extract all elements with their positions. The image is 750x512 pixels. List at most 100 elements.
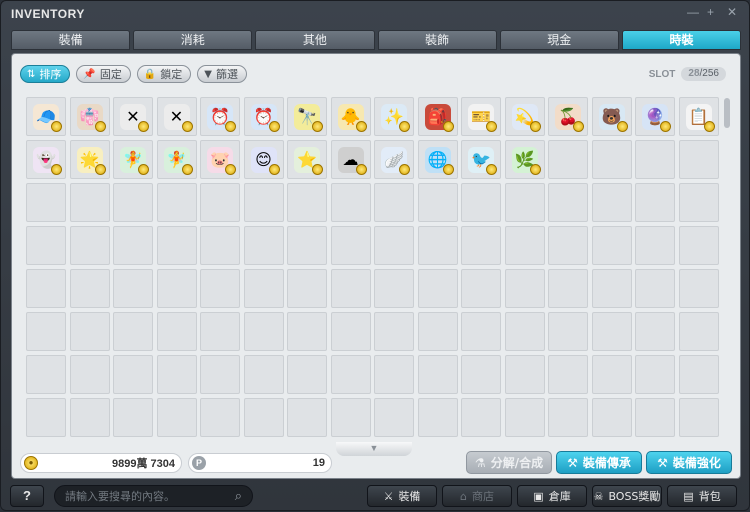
search-input[interactable] [65, 489, 235, 503]
inventory-slot[interactable] [243, 398, 284, 437]
inventory-slot[interactable] [548, 226, 588, 265]
inventory-slot[interactable]: 😊 [243, 140, 284, 179]
inventory-slot[interactable]: ☁ [330, 140, 371, 179]
inventory-slot[interactable]: 🐥 [330, 97, 371, 136]
tab-consume[interactable]: 消耗 [133, 30, 253, 50]
filter-button[interactable]: ▼ 篩選 [197, 65, 247, 83]
sort-button[interactable]: ⇅ 排序 [20, 65, 71, 83]
inventory-slot[interactable] [200, 355, 240, 394]
inventory-slot[interactable] [591, 140, 632, 179]
inventory-slot[interactable] [287, 269, 327, 308]
inventory-slot[interactable] [374, 269, 414, 308]
inventory-slot[interactable] [417, 312, 458, 351]
inventory-slot[interactable] [591, 355, 632, 394]
inventory-slot[interactable]: 🌟 [69, 140, 110, 179]
inventory-slot[interactable] [26, 183, 66, 222]
inventory-slot[interactable] [417, 398, 458, 437]
inventory-slot[interactable] [635, 226, 675, 265]
tab-etc[interactable]: 其他 [255, 30, 375, 50]
inventory-slot[interactable] [504, 226, 545, 265]
inventory-slot[interactable]: 🐷 [200, 140, 240, 179]
inventory-slot[interactable] [678, 269, 719, 308]
inventory-slot[interactable] [678, 398, 719, 437]
disassemble-button[interactable]: ⚗ 分解/合成 [466, 451, 552, 474]
inventory-slot[interactable] [635, 355, 675, 394]
inventory-slot[interactable] [156, 398, 197, 437]
inventory-slot[interactable] [200, 269, 240, 308]
inventory-slot[interactable] [591, 226, 632, 265]
inventory-slot[interactable]: 🍒 [548, 97, 588, 136]
inventory-slot[interactable] [200, 398, 240, 437]
pin-button[interactable]: 📌 固定 [76, 65, 131, 83]
inventory-slot[interactable] [69, 312, 110, 351]
inventory-slot[interactable] [330, 226, 371, 265]
inventory-slot[interactable] [461, 183, 501, 222]
inventory-slot[interactable] [330, 269, 371, 308]
inventory-slot[interactable] [200, 312, 240, 351]
shop-button[interactable]: ⌂ 商店 [442, 485, 512, 507]
inventory-slot[interactable] [504, 269, 545, 308]
inventory-slot[interactable] [330, 312, 371, 351]
inventory-slot[interactable] [287, 183, 327, 222]
inventory-slot[interactable] [417, 226, 458, 265]
inventory-slot[interactable] [287, 398, 327, 437]
inventory-slot[interactable]: 🌐 [417, 140, 458, 179]
inventory-slot[interactable]: 🔭 [287, 97, 327, 136]
inventory-slot[interactable] [243, 183, 284, 222]
inventory-slot[interactable] [69, 226, 110, 265]
inventory-slot[interactable] [504, 312, 545, 351]
inventory-slot[interactable] [461, 398, 501, 437]
inventory-slot[interactable] [461, 355, 501, 394]
inventory-slot[interactable] [200, 226, 240, 265]
inventory-slot[interactable] [287, 355, 327, 394]
inventory-slot[interactable] [461, 312, 501, 351]
inventory-slot[interactable] [548, 355, 588, 394]
inventory-slot[interactable] [678, 355, 719, 394]
inventory-slot[interactable]: 🎫 [461, 97, 501, 136]
inventory-slot[interactable] [678, 140, 719, 179]
close-icon[interactable]: ✕ [727, 5, 737, 19]
inventory-slot[interactable]: 🔮 [635, 97, 675, 136]
inventory-slot[interactable] [591, 269, 632, 308]
inventory-slot[interactable] [243, 269, 284, 308]
inventory-slot[interactable]: 👻 [26, 140, 66, 179]
inventory-slot[interactable] [635, 183, 675, 222]
inventory-slot[interactable] [635, 398, 675, 437]
inventory-slot[interactable]: ✕ [156, 97, 197, 136]
inventory-slot[interactable] [374, 355, 414, 394]
inventory-slot[interactable] [548, 140, 588, 179]
inventory-slot[interactable]: 🧚 [113, 140, 153, 179]
inventory-slot[interactable] [287, 226, 327, 265]
inventory-slot[interactable] [69, 355, 110, 394]
help-button[interactable]: ? [10, 485, 44, 507]
expand-handle[interactable]: ▼ [336, 442, 412, 456]
inventory-slot[interactable] [504, 183, 545, 222]
inventory-slot[interactable]: 🌿 [504, 140, 545, 179]
inventory-slot[interactable] [330, 355, 371, 394]
inventory-slot[interactable] [374, 183, 414, 222]
lock-button[interactable]: 🔒 鎖定 [136, 65, 192, 83]
tab-cash[interactable]: 現金 [499, 30, 619, 50]
inventory-slot[interactable] [548, 312, 588, 351]
transfer-button[interactable]: ⚒ 裝備傳承 [556, 451, 642, 474]
inventory-slot[interactable] [156, 226, 197, 265]
enhance-button[interactable]: ⚒ 裝備強化 [646, 451, 732, 474]
inventory-slot[interactable]: 📋 [678, 97, 719, 136]
inventory-slot[interactable] [26, 398, 66, 437]
inventory-slot[interactable] [374, 312, 414, 351]
inventory-slot[interactable] [635, 140, 675, 179]
storage-button[interactable]: ▣ 倉庫 [517, 485, 587, 507]
inventory-slot[interactable] [591, 312, 632, 351]
inventory-slot[interactable] [69, 398, 110, 437]
tab-equip[interactable]: 裝備 [11, 30, 131, 50]
inventory-slot[interactable]: 🐦 [461, 140, 501, 179]
inventory-slot[interactable] [548, 269, 588, 308]
inventory-slot[interactable]: 🪽 [374, 140, 414, 179]
inventory-slot[interactable] [591, 398, 632, 437]
minimize-icon[interactable]: — [687, 5, 699, 19]
inventory-slot[interactable] [113, 269, 153, 308]
inventory-slot[interactable] [635, 269, 675, 308]
inventory-slot[interactable] [635, 312, 675, 351]
inventory-slot[interactable] [678, 183, 719, 222]
inventory-slot[interactable]: 👘 [69, 97, 110, 136]
